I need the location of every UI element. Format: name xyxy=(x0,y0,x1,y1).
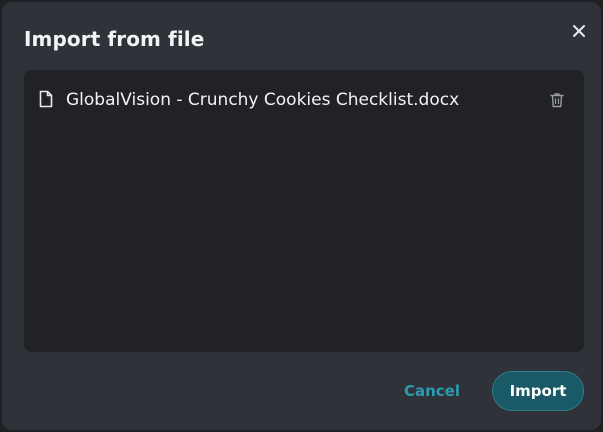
close-button[interactable] xyxy=(568,20,590,42)
trash-icon xyxy=(550,93,564,108)
cancel-button[interactable]: Cancel xyxy=(398,372,466,410)
import-dialog: Import from file GlobalVision - Crunchy … xyxy=(2,2,601,430)
document-icon xyxy=(39,90,53,108)
file-list: GlobalVision - Crunchy Cookies Checklist… xyxy=(24,70,584,352)
dialog-title: Import from file xyxy=(24,27,205,51)
import-button[interactable]: Import xyxy=(492,371,584,411)
file-name: GlobalVision - Crunchy Cookies Checklist… xyxy=(66,90,460,110)
close-icon xyxy=(573,25,585,37)
file-list-item[interactable]: GlobalVision - Crunchy Cookies Checklist… xyxy=(38,87,570,113)
remove-file-button[interactable] xyxy=(548,91,566,109)
